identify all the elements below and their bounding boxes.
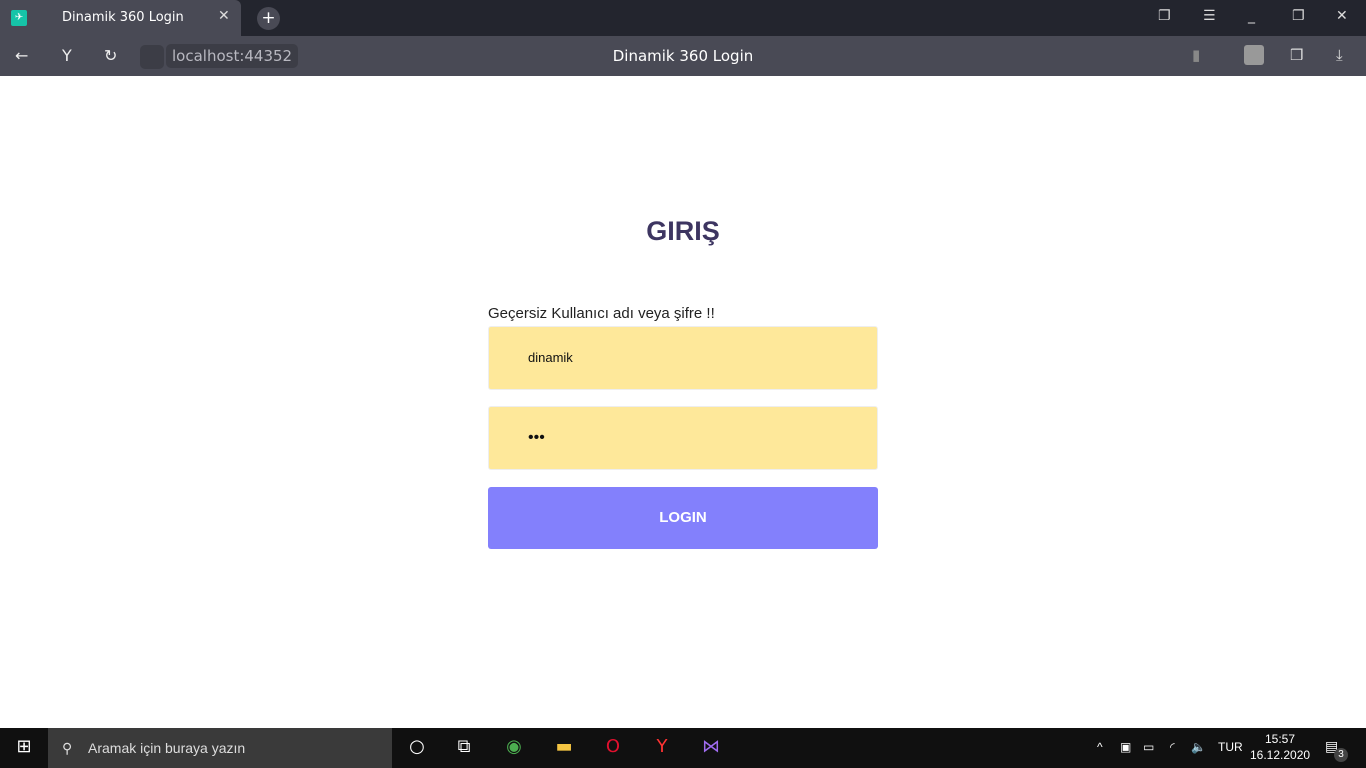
clock[interactable]: 15:57 16.12.2020 (1250, 731, 1310, 763)
chrome-icon[interactable]: ◉ (494, 736, 534, 757)
page-title: Dinamik 360 Login (612, 47, 754, 65)
task-view-icon[interactable]: ⧉ (444, 736, 484, 757)
restore-icon[interactable]: ❐ (1292, 8, 1305, 24)
taskbar: ⊞ ⚲ Aramak için buraya yazın ○ ⧉ ◉ ▬ O Y… (0, 728, 1366, 768)
bookmark-icon[interactable]: ▮ (1192, 46, 1200, 64)
windows-start-icon[interactable]: ⊞ (4, 736, 44, 757)
collections-icon[interactable]: ❐ (1158, 8, 1171, 24)
error-message: Geçersiz Kullanıcı adı veya şifre !! (488, 305, 715, 322)
page-heading: GIRIŞ (646, 216, 720, 246)
opera-icon[interactable]: O (593, 736, 633, 757)
search-icon: ⚲ (62, 740, 73, 756)
search-placeholder: Aramak için buraya yazın (88, 740, 246, 756)
volume-icon[interactable]: 🔈 (1191, 740, 1206, 754)
tab-bar: ✈ Dinamik 360 Login ✕ + ❐ ☰ _ ❐ ✕ (0, 0, 1366, 36)
taskbar-search[interactable]: ⚲ Aramak için buraya yazın (48, 728, 392, 768)
download-icon[interactable]: ⤓ (1336, 46, 1343, 64)
notification-count: 3 (1334, 748, 1348, 762)
minimize-icon[interactable]: _ (1248, 8, 1255, 24)
password-input[interactable]: ••• (488, 406, 878, 470)
username-input[interactable]: dinamik (488, 326, 878, 390)
date: 16.12.2020 (1250, 748, 1311, 762)
meet-icon[interactable]: ▣ (1120, 740, 1131, 754)
close-tab-icon[interactable]: ✕ (218, 8, 230, 24)
wifi-icon[interactable]: ◜ (1170, 740, 1175, 754)
browser-tab[interactable]: ✈ Dinamik 360 Login ✕ (0, 0, 241, 36)
yandex-browser-icon[interactable]: Y (642, 736, 682, 757)
file-explorer-icon[interactable]: ▬ (544, 736, 584, 757)
sidebar-icon[interactable]: ❒ (1290, 46, 1303, 64)
menu-icon[interactable]: ☰ (1203, 8, 1216, 24)
time: 15:57 (1264, 732, 1296, 746)
favicon-icon: ✈ (11, 10, 27, 26)
show-hidden-icons[interactable]: ^ (1097, 740, 1103, 754)
language-indicator[interactable]: TUR (1218, 740, 1243, 754)
visual-studio-icon[interactable]: ⋈ (691, 736, 731, 757)
tab-title: Dinamik 360 Login (62, 10, 184, 25)
cortana-icon[interactable]: ○ (397, 736, 437, 757)
close-window-icon[interactable]: ✕ (1336, 8, 1348, 24)
battery-icon[interactable]: ▭ (1143, 740, 1154, 754)
extension-icon[interactable] (1244, 45, 1264, 65)
new-tab-button[interactable]: + (257, 7, 280, 30)
login-button[interactable]: LOGIN (488, 487, 878, 549)
